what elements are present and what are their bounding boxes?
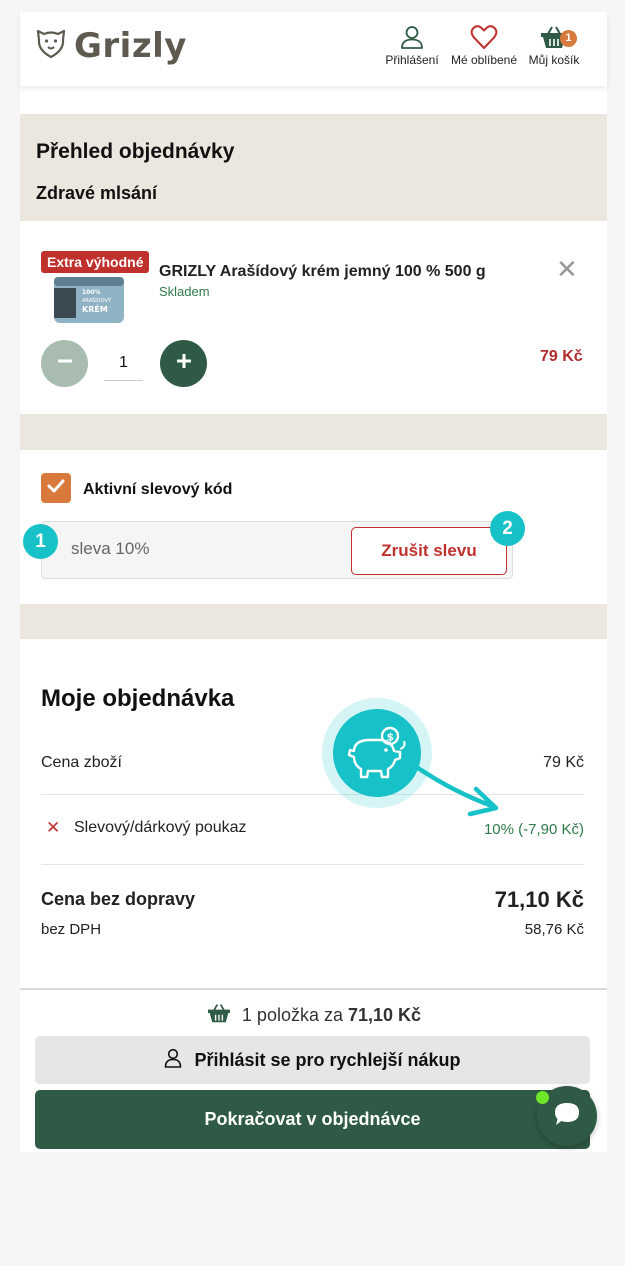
product-name[interactable]: GRIZLY Arašídový krém jemný 100 % 500 g: [159, 263, 486, 281]
cart-summary-line: 1 položka za 71,10 Kč: [20, 1002, 607, 1029]
product-image[interactable]: 100% ARAŠÍDOVÝ KRÉM: [50, 274, 128, 324]
goods-price-label: Cena zboží: [41, 754, 122, 771]
product-price: 79 Kč: [540, 348, 583, 365]
checkmark-icon: [47, 479, 65, 498]
voucher-label: Slevový/dárkový poukaz: [74, 819, 247, 836]
section-separator: [20, 604, 607, 639]
bear-logo-icon: [34, 26, 68, 65]
user-icon: [376, 24, 448, 50]
stock-status: Skladem: [159, 284, 210, 299]
discount-code-value: sleva 10%: [71, 539, 150, 558]
cart-label: Můj košík: [528, 53, 580, 67]
plus-icon: [175, 352, 193, 375]
favorites-nav[interactable]: Mé oblíbené: [448, 24, 520, 67]
jar-label-bottom: KRÉM: [82, 303, 108, 314]
footer-divider: [20, 988, 607, 990]
login-nav[interactable]: Přihlášení: [376, 24, 448, 67]
voucher-value: 10% (-7,90 Kč): [483, 821, 584, 838]
close-icon: ✕: [46, 818, 61, 837]
logo[interactable]: Grizly: [34, 26, 187, 65]
items-prefix: 1 položka za: [241, 1005, 343, 1025]
jar-label-mid: ARAŠÍDOVÝ: [82, 297, 112, 304]
vat-value: 58,76 Kč: [524, 921, 584, 938]
basket-icon: [518, 24, 590, 50]
divider: [41, 864, 584, 865]
overview-title: Přehled objednávky: [36, 140, 235, 163]
section-separator: [20, 414, 607, 450]
continue-order-button[interactable]: Pokračovat v objednávce: [35, 1090, 590, 1149]
cart-nav[interactable]: Můj košík 1: [518, 24, 590, 67]
remove-item-button[interactable]: ✕: [556, 256, 578, 282]
annotation-marker-2: 2: [490, 511, 525, 546]
total-value: 71,10 Kč: [494, 887, 584, 912]
items-total: 71,10 Kč: [348, 1005, 422, 1025]
promo-badge: Extra výhodné: [41, 251, 150, 273]
overview-subtitle: Zdravé mlsání: [36, 183, 158, 203]
discount-checkbox-label[interactable]: Aktivní slevový kód: [83, 481, 232, 499]
annotation-arrow: [415, 765, 499, 817]
annotation-marker-1: 1: [23, 524, 58, 559]
close-icon: ✕: [556, 254, 578, 284]
overview-section: [20, 114, 607, 221]
total-label: Cena bez dopravy: [41, 889, 196, 909]
chat-bubble-icon: [552, 1100, 582, 1133]
piggy-bank-icon: $: [333, 709, 421, 797]
cart-count-badge: 1: [560, 30, 577, 47]
basket-icon: [206, 1002, 232, 1029]
login-faster-label: Přihlásit se pro rychlejší nákup: [194, 1049, 461, 1070]
discount-checkbox[interactable]: [41, 473, 71, 503]
online-status-dot: [536, 1091, 549, 1104]
heart-icon: [448, 24, 520, 50]
goods-price-value: 79 Kč: [543, 754, 584, 771]
vat-label: bez DPH: [41, 921, 102, 938]
header: Grizly Přihlášení Mé oblíbené Můj košík …: [20, 12, 607, 86]
login-faster-button[interactable]: Přihlásit se pro rychlejší nákup: [35, 1036, 590, 1084]
user-icon: [164, 1048, 182, 1073]
decrease-quantity-button[interactable]: [41, 340, 88, 387]
minus-icon: [56, 352, 74, 375]
quantity-input[interactable]: 1: [104, 345, 143, 381]
logo-text: Grizly: [74, 25, 187, 66]
login-label: Přihlášení: [385, 53, 439, 67]
cancel-discount-button[interactable]: Zrušit slevu: [351, 527, 507, 575]
page: Grizly Přihlášení Mé oblíbené Můj košík …: [20, 12, 607, 1152]
jar-label-top: 100%: [82, 289, 101, 296]
summary-title: Moje objednávka: [41, 685, 235, 712]
favorites-label: Mé oblíbené: [450, 53, 518, 67]
remove-voucher-button[interactable]: ✕: [46, 818, 60, 838]
increase-quantity-button[interactable]: [160, 340, 207, 387]
